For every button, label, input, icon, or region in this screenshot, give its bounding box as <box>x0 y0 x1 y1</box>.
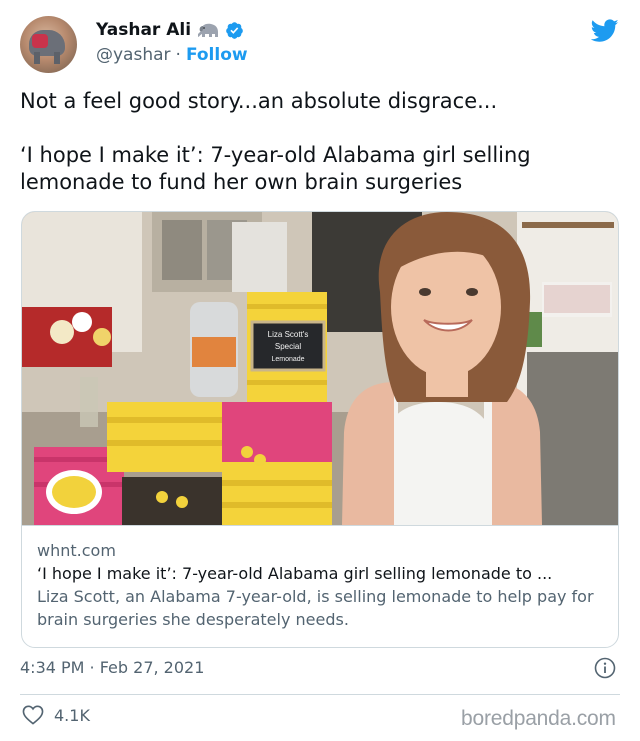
watermark: boredpanda.com <box>461 707 616 730</box>
link-card-domain: whnt.com <box>37 541 116 560</box>
like-count: 4.1K <box>54 705 90 725</box>
link-card-body[interactable]: whnt.com ‘I hope I make it’: 7-year-old … <box>22 525 618 647</box>
tweet-text-line: Not a feel good story...an absolute disg… <box>20 89 498 113</box>
author-name-row: Yashar Ali <box>96 20 244 40</box>
divider <box>20 694 620 695</box>
photo-sign-text: Lemonade <box>271 356 304 363</box>
photo-sign-text: Liza Scott's <box>268 330 309 339</box>
tweet-timestamp[interactable]: 4:34 PM · Feb 27, 2021 <box>20 658 204 677</box>
avatar-leg <box>54 52 60 64</box>
photo-sign-text: Special <box>275 342 301 351</box>
author-handle-row: @yashar · Follow <box>96 45 248 65</box>
verified-badge-icon <box>225 21 244 40</box>
info-icon[interactable] <box>594 657 616 679</box>
link-card-title[interactable]: ‘I hope I make it’: 7-year-old Alabama g… <box>37 562 603 585</box>
avatar-leg <box>34 52 40 64</box>
like-action[interactable]: 4.1K <box>22 705 90 725</box>
follow-button[interactable]: Follow <box>186 45 248 65</box>
author-handle[interactable]: @yashar <box>96 45 171 65</box>
avatar[interactable] <box>20 16 77 73</box>
twitter-bird-icon[interactable] <box>590 19 619 43</box>
heart-icon[interactable] <box>22 705 44 725</box>
link-card[interactable]: Liza Scott's Special Lemonade whnt.com ‘… <box>21 211 619 648</box>
tweet-text-headline: ‘I hope I make it’: 7-year-old Alabama g… <box>20 143 531 194</box>
separator-dot: · <box>175 45 181 65</box>
author-name[interactable]: Yashar Ali <box>96 20 191 40</box>
avatar-blanket <box>32 34 48 48</box>
tweet: Yashar Ali @yashar · Follow Not a feel g… <box>0 0 640 741</box>
tweet-text: Not a feel good story...an absolute disg… <box>20 88 620 223</box>
link-card-description: Liza Scott, an Alabama 7-year-old, is se… <box>37 587 594 629</box>
link-card-photo[interactable]: Liza Scott's Special Lemonade <box>22 212 618 525</box>
elephant-emoji-icon <box>197 22 219 39</box>
